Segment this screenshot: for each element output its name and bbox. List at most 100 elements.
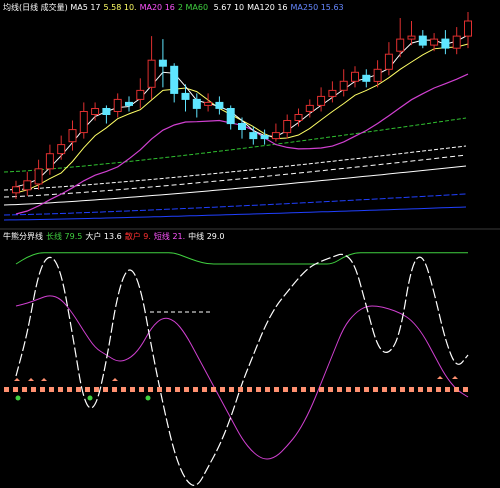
stock-chart-screen bbox=[0, 0, 500, 488]
reference-marker bbox=[211, 387, 216, 392]
reference-marker bbox=[373, 387, 378, 392]
candle-body bbox=[12, 186, 20, 194]
candle-body bbox=[215, 101, 224, 109]
price-legend-item-2: MA20 16 bbox=[139, 3, 175, 12]
reference-marker bbox=[247, 387, 252, 392]
candle-body bbox=[407, 35, 416, 40]
reference-marker bbox=[400, 387, 405, 392]
reference-marker bbox=[184, 387, 189, 392]
reference-marker bbox=[238, 387, 243, 392]
candle-body bbox=[362, 74, 371, 82]
reference-marker bbox=[76, 387, 81, 392]
candle-body bbox=[238, 123, 246, 130]
reference-marker bbox=[337, 387, 342, 392]
chart-background bbox=[0, 0, 500, 488]
indicator-legend-item-3: 散户 9. bbox=[124, 232, 151, 241]
reference-marker bbox=[436, 387, 441, 392]
reference-marker bbox=[67, 387, 72, 392]
reference-marker bbox=[157, 387, 162, 392]
reference-marker bbox=[391, 387, 396, 392]
reference-marker bbox=[22, 387, 27, 392]
candle-body bbox=[317, 95, 326, 106]
candle-body bbox=[79, 111, 88, 134]
reference-marker bbox=[418, 387, 423, 392]
indicator-legend-item-1: 长线 79.5 bbox=[46, 232, 83, 241]
candle-body bbox=[464, 20, 472, 37]
candle-body bbox=[23, 180, 32, 191]
reference-marker bbox=[301, 387, 306, 392]
candle-body bbox=[102, 108, 111, 115]
reference-marker bbox=[4, 387, 9, 392]
candle-body bbox=[170, 65, 179, 94]
candle-body bbox=[430, 38, 439, 46]
reference-marker bbox=[121, 387, 126, 392]
candle-body bbox=[181, 92, 190, 100]
candle-body bbox=[328, 89, 337, 97]
candle-body bbox=[57, 144, 66, 155]
price-legend-item-5: MA120 16 bbox=[247, 3, 288, 12]
reference-marker bbox=[409, 387, 414, 392]
candle-body bbox=[45, 153, 54, 170]
candle-body bbox=[125, 101, 133, 106]
reference-marker bbox=[175, 387, 180, 392]
reference-marker bbox=[319, 387, 324, 392]
candle-body bbox=[373, 68, 382, 82]
reference-marker bbox=[292, 387, 297, 392]
indicator-legend: 牛熊分界线 长线 79.5 大户 13.6 散户 9. 短线 21. 中线 29.0 bbox=[3, 232, 228, 242]
reference-marker bbox=[220, 387, 225, 392]
price-legend-item-4: 5.67 10 bbox=[213, 3, 245, 12]
candle-body bbox=[68, 129, 77, 143]
candle-body bbox=[204, 101, 213, 106]
price-legend-item-1: 5.58 10. bbox=[103, 3, 137, 12]
reference-marker bbox=[58, 387, 63, 392]
indicator-legend-item-5: 中线 29.0 bbox=[188, 232, 225, 241]
candle-body bbox=[271, 132, 280, 140]
candle-body bbox=[418, 35, 427, 46]
candle-body bbox=[339, 80, 348, 91]
reference-marker bbox=[463, 387, 468, 392]
candle-body bbox=[452, 35, 461, 49]
reference-marker bbox=[40, 387, 45, 392]
candle-body bbox=[283, 120, 292, 134]
reference-marker bbox=[193, 387, 198, 392]
candle-body bbox=[136, 89, 145, 100]
reference-marker bbox=[256, 387, 261, 392]
reference-marker bbox=[166, 387, 171, 392]
candle-body bbox=[351, 71, 359, 82]
candle-body bbox=[34, 168, 43, 185]
indicator-legend-item-4: 短线 21. bbox=[153, 232, 186, 241]
reference-marker bbox=[229, 387, 234, 392]
reference-marker bbox=[103, 387, 108, 392]
candle-body bbox=[441, 38, 450, 49]
candle-body bbox=[396, 38, 405, 52]
candle-body bbox=[249, 132, 258, 140]
candle-body bbox=[305, 104, 314, 112]
price-legend-item-6: MA250 15.63 bbox=[290, 3, 344, 12]
candle-body bbox=[147, 59, 156, 88]
candle-body bbox=[192, 98, 201, 109]
reference-marker bbox=[283, 387, 288, 392]
signal-dot bbox=[145, 395, 151, 401]
reference-marker bbox=[94, 387, 99, 392]
reference-marker bbox=[139, 387, 144, 392]
reference-marker bbox=[85, 387, 90, 392]
indicator-legend-item-2: 大户 13.6 bbox=[85, 232, 122, 241]
reference-marker bbox=[445, 387, 450, 392]
candle-body bbox=[294, 114, 303, 121]
price-legend-item-0: 均线(日线 成交量) MA5 17 bbox=[3, 3, 101, 12]
candle-body bbox=[260, 135, 269, 140]
reference-marker bbox=[346, 387, 351, 392]
reference-marker bbox=[355, 387, 360, 392]
reference-marker bbox=[454, 387, 459, 392]
candle-body bbox=[91, 108, 100, 115]
signal-dot bbox=[87, 395, 93, 401]
reference-marker bbox=[310, 387, 315, 392]
reference-marker bbox=[265, 387, 270, 392]
candle-body bbox=[158, 59, 167, 67]
reference-marker bbox=[328, 387, 333, 392]
reference-marker bbox=[427, 387, 432, 392]
price-legend-item-3: 2 MA60 bbox=[177, 3, 211, 12]
reference-marker bbox=[130, 387, 135, 392]
candle-body bbox=[226, 108, 235, 125]
reference-marker bbox=[202, 387, 207, 392]
